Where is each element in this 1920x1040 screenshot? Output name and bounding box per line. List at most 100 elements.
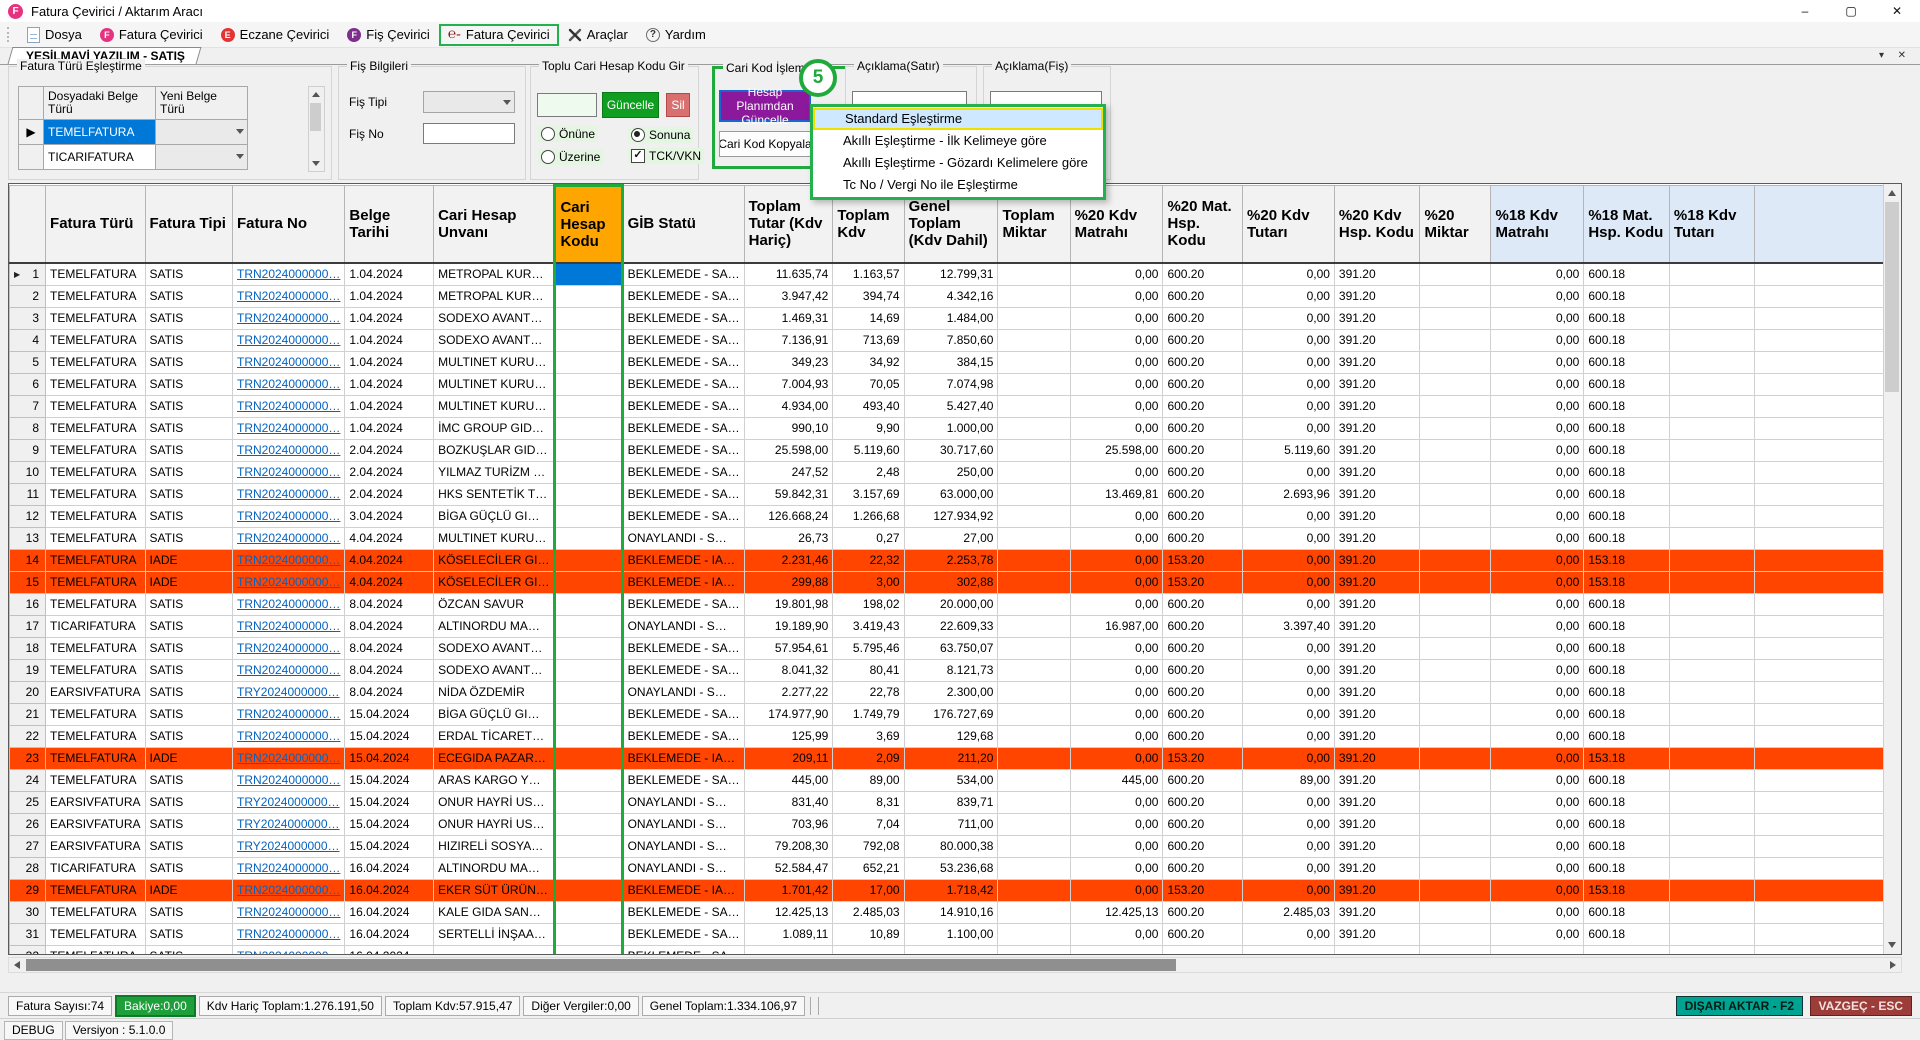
cell-t18[interactable] (1668, 306, 1755, 330)
cell-kdv[interactable]: 1.749,79 (832, 702, 905, 726)
cell-mik20[interactable] (1419, 636, 1492, 660)
cell-mk20[interactable]: 600.20 (1162, 900, 1244, 924)
cell-m20[interactable]: 0,00 (1069, 284, 1164, 308)
cell-tarih[interactable]: 4.04.2024 (344, 526, 435, 550)
cell-tk20[interactable]: 391.20 (1333, 548, 1421, 572)
cell-mik20[interactable] (1419, 790, 1492, 814)
cell-unvan[interactable]: BOZKUŞLAR GID… (433, 438, 556, 462)
cell-tk20[interactable]: 391.20 (1333, 922, 1421, 946)
invoice-link[interactable]: TRN2024000000… (237, 927, 340, 941)
cell-kod[interactable] (553, 680, 624, 704)
cell-tarih[interactable]: 4.04.2024 (344, 548, 435, 572)
invoice-link[interactable]: TRN2024000000… (237, 267, 340, 281)
cell-tk20[interactable]: 391.20 (1333, 812, 1421, 836)
invoice-link[interactable]: TRN2024000000… (237, 289, 340, 303)
minimize-button[interactable]: – (1782, 0, 1828, 22)
menubar-item-efatura-cevirici[interactable]: ℮- Fatura Çevirici (438, 23, 559, 46)
cell-no[interactable]: TRN2024000000… (231, 548, 346, 572)
cell-kdv[interactable]: 5.795,46 (832, 636, 905, 660)
cell-mk20[interactable]: 600.20 (1162, 922, 1244, 946)
cell-mk18[interactable]: 600.18 (1583, 856, 1670, 880)
cell-genel[interactable]: 12.799,31 (903, 262, 999, 286)
maximize-button[interactable]: ▢ (1828, 0, 1874, 22)
invoice-link[interactable]: TRY2024000000… (237, 795, 340, 809)
cell-mik20[interactable] (1419, 306, 1492, 330)
table-row[interactable]: 23 TEMELFATURA IADE TRN2024000000… 15.04.202… (9, 746, 1901, 770)
cell-filler[interactable] (1753, 592, 1901, 616)
cell-t20[interactable]: 0,00 (1242, 526, 1335, 550)
cell-tipi[interactable]: SATIS (144, 790, 233, 814)
cell-kdv[interactable]: 17,00 (832, 878, 905, 902)
cell-tipi[interactable]: IADE (144, 746, 233, 770)
cell-num[interactable]: 17 (9, 614, 47, 638)
cell-m18[interactable]: 0,00 (1490, 460, 1585, 484)
cell-unvan[interactable]: ÖZCAN SAVUR (433, 592, 556, 616)
cell-miktar[interactable] (997, 702, 1071, 726)
cell-kod[interactable] (553, 284, 624, 308)
cell-tipi[interactable]: SATIS (144, 592, 233, 616)
sil-button[interactable]: Sil (666, 93, 690, 117)
cell-tarih[interactable]: 15.04.2024 (344, 834, 435, 858)
cell-tk20[interactable]: 391.20 (1333, 724, 1421, 748)
cell-unvan[interactable]: HIZIRELİ SOSYA… (433, 834, 556, 858)
cell-filler[interactable] (1753, 856, 1901, 880)
cell-unvan[interactable]: KALE GIDA SAN… (433, 900, 556, 924)
cell-kod[interactable] (553, 746, 624, 770)
cell-no[interactable]: TRN2024000000… (231, 482, 346, 506)
cell-mk20[interactable]: 600.20 (1162, 592, 1244, 616)
scrollbar-thumb[interactable] (310, 103, 321, 131)
cell-t20[interactable]: 0,00 (1242, 790, 1335, 814)
table-row[interactable]: 20 EARSIVFATURA SATIS TRY2024000000… 8.04.20… (9, 680, 1901, 704)
cell-mk18[interactable]: 600.18 (1583, 834, 1670, 858)
cell-m20[interactable]: 0,00 (1069, 262, 1164, 286)
cell-tipi[interactable]: SATIS (144, 834, 233, 858)
cell-unvan[interactable]: MULTINET KURU… (433, 372, 556, 396)
cell-tipi[interactable]: SATIS (144, 482, 233, 506)
cell-m20[interactable]: 0,00 (1069, 372, 1164, 396)
cell-tarih[interactable]: 16.04.2024 (344, 944, 435, 954)
cell-kdv[interactable]: 3,69 (832, 724, 905, 748)
cell-tk20[interactable]: 391.20 (1333, 306, 1421, 330)
cell-filler[interactable] (1753, 350, 1901, 374)
cell-t18[interactable] (1668, 658, 1755, 682)
cell-tipi[interactable]: SATIS (144, 306, 233, 330)
cell-tipi[interactable]: SATIS (144, 262, 233, 286)
cell-kdv[interactable]: 2.485,03 (832, 900, 905, 924)
checkbox-tck-vkn[interactable]: ✓ TCK/VKN (628, 148, 705, 164)
cell-filler[interactable] (1753, 768, 1901, 792)
cell-no[interactable]: TRN2024000000… (231, 306, 346, 330)
cell-t20[interactable]: 0,00 (1242, 812, 1335, 836)
table-row[interactable]: ▶ 1 TEMELFATURA SATIS TRN2024000000… 1.04.202… (9, 262, 1901, 286)
cell-t18[interactable] (1668, 812, 1755, 836)
table-row[interactable]: 29 TEMELFATURA IADE TRN2024000000… 16.04.202… (9, 878, 1901, 902)
cell-tarih[interactable]: 15.04.2024 (344, 790, 435, 814)
cell-turu[interactable]: TEMELFATURA (45, 284, 146, 308)
invoice-link[interactable]: TRN2024000000… (237, 509, 340, 523)
cell-tk20[interactable]: 391.20 (1333, 658, 1421, 682)
cell-kod[interactable] (553, 878, 624, 902)
cell-t20[interactable]: 0,00 (1242, 746, 1335, 770)
cell-tutar[interactable]: 990,10 (743, 416, 834, 440)
cell-m18[interactable] (1490, 944, 1585, 954)
cell-mk18[interactable]: 600.18 (1583, 328, 1670, 352)
cell-m20[interactable] (1069, 944, 1164, 954)
cell-tipi[interactable]: IADE (144, 570, 233, 594)
cell-mk18[interactable]: 600.18 (1583, 306, 1670, 330)
scroll-down-icon[interactable] (312, 161, 320, 166)
cell-tk20[interactable]: 391.20 (1333, 328, 1421, 352)
cell-m20[interactable]: 0,00 (1069, 350, 1164, 374)
cell-turu[interactable]: EARSIVFATURA (45, 680, 146, 704)
cell-t20[interactable]: 0,00 (1242, 416, 1335, 440)
cell-unvan[interactable]: ALTINORDU MA… (433, 614, 556, 638)
cell-m20[interactable]: 445,00 (1069, 768, 1164, 792)
cell-num[interactable]: 13 (9, 526, 47, 550)
cell-m20[interactable]: 0,00 (1069, 790, 1164, 814)
cell-kod[interactable] (553, 372, 624, 396)
cell-tipi[interactable]: SATIS (144, 394, 233, 418)
cell-tipi[interactable]: SATIS (144, 900, 233, 924)
cell-filler[interactable] (1753, 328, 1901, 352)
cell-turu[interactable]: TEMELFATURA (45, 350, 146, 374)
cell-m20[interactable]: 0,00 (1069, 922, 1164, 946)
cell-m20[interactable]: 0,00 (1069, 306, 1164, 330)
cell-t20[interactable]: 0,00 (1242, 570, 1335, 594)
